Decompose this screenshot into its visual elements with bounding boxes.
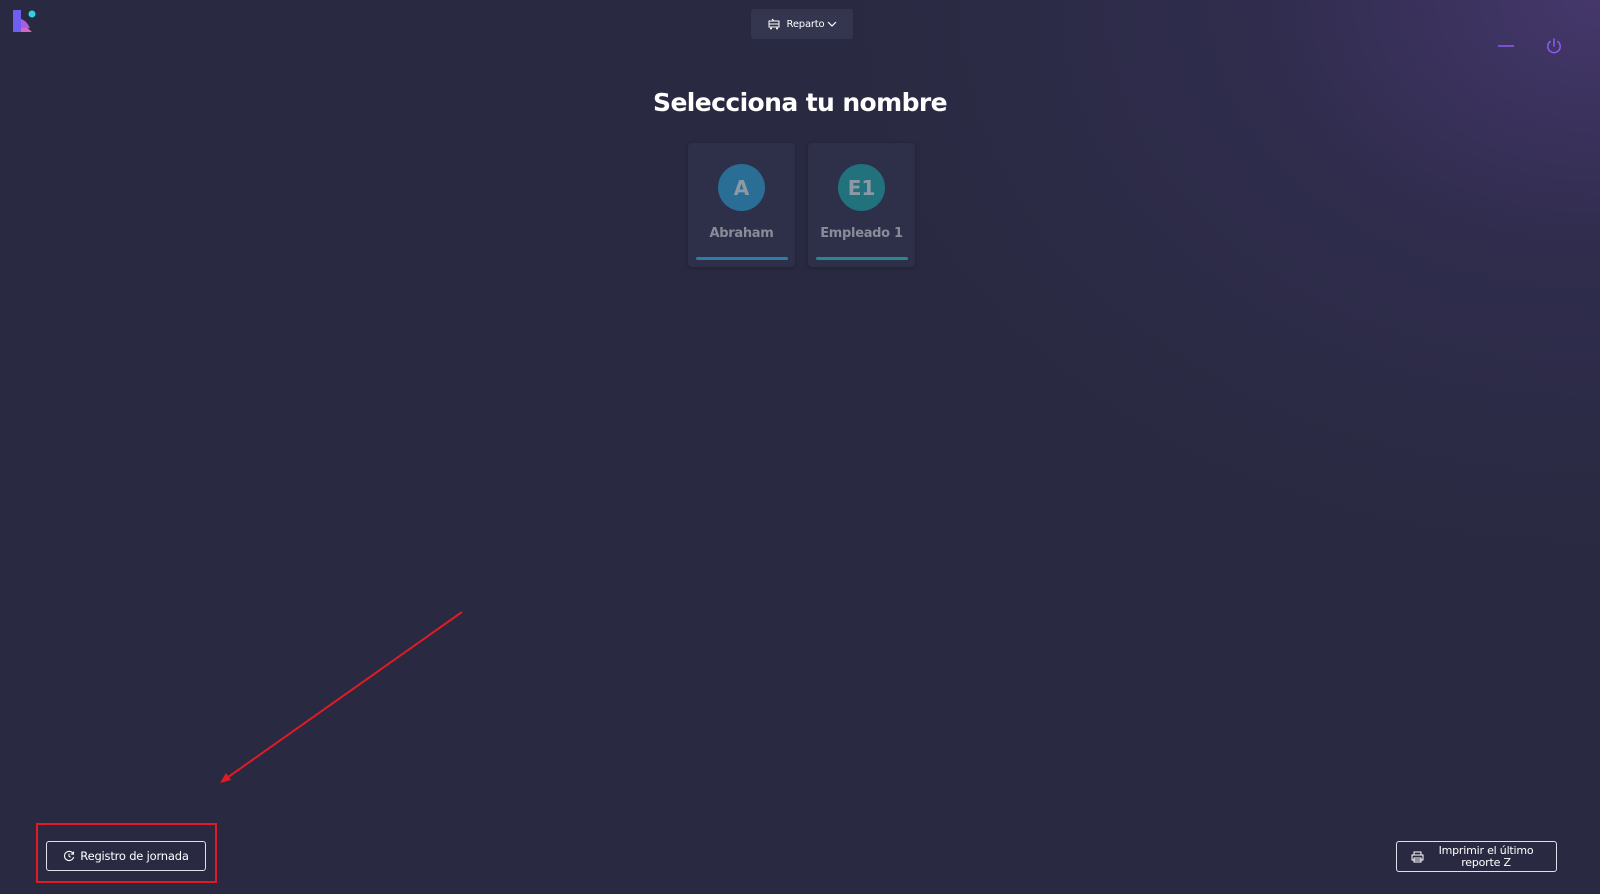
- avatar: A: [718, 164, 765, 211]
- power-icon: [1545, 37, 1563, 55]
- power-button[interactable]: [1542, 34, 1566, 58]
- user-name: Empleado 1: [820, 226, 903, 241]
- imprimir-reporte-z-button[interactable]: Imprimir el último reporte Z: [1396, 841, 1557, 872]
- avatar: E1: [838, 164, 885, 211]
- imprimir-label-line2: reporte Z: [1461, 855, 1511, 869]
- user-card-empleado-1[interactable]: E1 Empleado 1: [808, 143, 915, 267]
- minimize-icon: [1498, 44, 1514, 48]
- user-card-abraham[interactable]: A Abraham: [688, 143, 795, 267]
- minimize-button[interactable]: [1494, 34, 1518, 58]
- user-card-accent-bar: [816, 257, 908, 260]
- page-title: Selecciona tu nombre: [653, 88, 948, 117]
- chevron-down-icon: [827, 20, 837, 28]
- registro-jornada-label: Registro de jornada: [80, 849, 189, 863]
- mode-selector-label: Reparto: [786, 18, 825, 30]
- background-glow: [0, 0, 1600, 894]
- app-logo-icon: [12, 8, 38, 34]
- mode-selector[interactable]: Reparto: [751, 9, 853, 39]
- registro-jornada-button[interactable]: Registro de jornada: [46, 841, 206, 871]
- clock-refresh-icon: [63, 850, 75, 862]
- delivery-icon: [767, 18, 781, 30]
- annotation-arrow: [220, 611, 463, 783]
- user-name: Abraham: [709, 226, 774, 241]
- user-card-accent-bar: [696, 257, 788, 260]
- printer-icon: [1411, 851, 1424, 863]
- imprimir-reporte-z-label: Imprimir el último reporte Z: [1424, 844, 1556, 869]
